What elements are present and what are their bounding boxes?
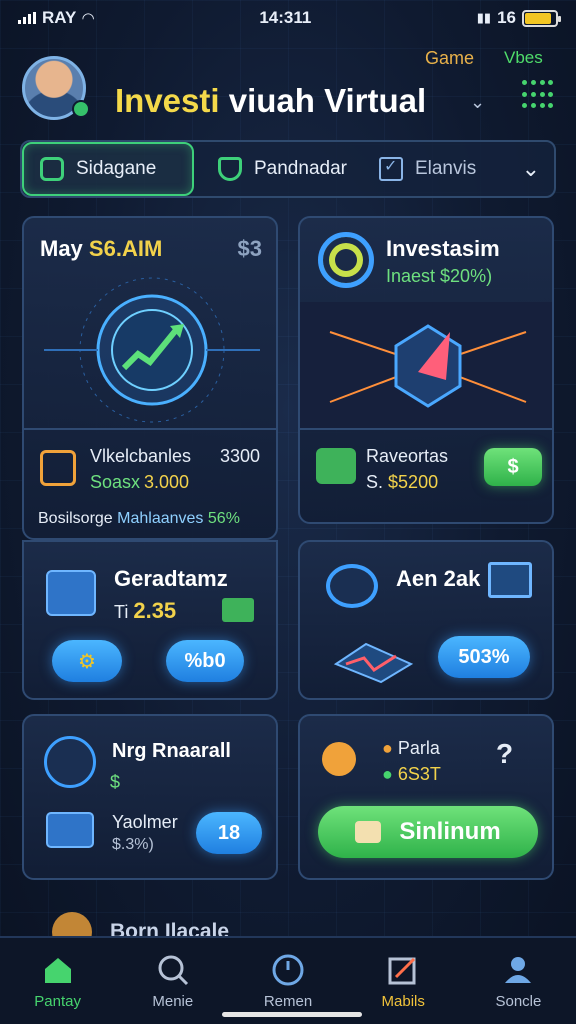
wallet-icon xyxy=(316,448,356,484)
card-title: Investasim xyxy=(386,236,500,261)
row-value: $.3%) xyxy=(112,836,154,853)
nav-label: Menie xyxy=(152,992,194,1010)
nav-item-pantay[interactable]: Pantay xyxy=(0,938,115,1024)
app-header: Game Vbes Investi viuah Virtual ⌄ xyxy=(20,44,560,132)
card-title: Nrg Rnaarall xyxy=(112,740,231,762)
row-label: Soasx xyxy=(90,472,141,492)
corner-value: $3 xyxy=(237,236,262,261)
cash-button[interactable]: $ xyxy=(484,448,542,486)
signal-small-icon: ▮▮ xyxy=(476,10,492,25)
card-subtitle: Inaest $20%) xyxy=(386,266,493,286)
home-icon xyxy=(44,957,71,983)
app-title-rest: viuah Virtual xyxy=(228,82,427,119)
nav-label: Mabils xyxy=(381,992,425,1010)
signal-icon xyxy=(18,12,36,24)
wifi-icon: ◠ xyxy=(82,10,94,27)
energy-card[interactable]: Nrg Rnaarall $ Yaolmer $.3%) 18 xyxy=(22,714,278,880)
row-value: 3300 xyxy=(220,446,261,466)
row-label: Raveortas xyxy=(366,446,449,466)
award-icon xyxy=(44,736,96,788)
tab-label: Pandnadar xyxy=(254,158,347,179)
summary-row: Bosilsorge Mahlaanves 56% xyxy=(38,510,240,527)
grading-card[interactable]: Geradtamz Ti 2.35 ⚙ %b0 xyxy=(22,540,278,700)
growth-chart-icon xyxy=(44,277,260,423)
search-icon xyxy=(158,955,188,985)
chevron-down-icon[interactable]: ⌄ xyxy=(470,92,485,113)
status-left: RAY ◠ xyxy=(18,8,94,28)
online-status-dot xyxy=(72,100,90,118)
gauge-icon xyxy=(326,564,378,608)
envelope-icon xyxy=(222,598,254,622)
monitor-chart-icon xyxy=(488,562,532,598)
shield-icon xyxy=(218,157,242,181)
rewards-card[interactable]: ● Parla ● 6S3T ? Sinlinum xyxy=(298,714,554,880)
tab-label: Sidagane xyxy=(76,158,157,179)
gear-button[interactable]: ⚙ xyxy=(52,640,122,682)
value-row: Ti 2.35 xyxy=(114,598,177,623)
home-indicator[interactable] xyxy=(222,1012,362,1017)
tab-pandnadar[interactable]: Pandnadar xyxy=(202,142,363,196)
game-link[interactable]: Game xyxy=(425,48,474,69)
vibes-link[interactable]: Vbes xyxy=(504,48,543,68)
gear-icon: ⚙ xyxy=(78,650,96,673)
tab-sidagane[interactable]: Sidagane xyxy=(22,142,194,196)
status-time: 14:311 xyxy=(259,8,312,27)
tag-icon xyxy=(355,821,382,843)
chevron-down-icon[interactable]: ⌄ xyxy=(522,156,540,182)
nav-label: Remen xyxy=(263,992,313,1010)
analytics-card[interactable]: Aen 2ak 503% xyxy=(298,540,554,700)
start-button-label: Sinlinum xyxy=(399,818,501,845)
percent-button[interactable]: 503% xyxy=(438,636,530,678)
app-title-highlight: Investi xyxy=(115,82,220,119)
row-label: Vlkelcbanles xyxy=(90,446,192,466)
edit-icon xyxy=(388,957,416,984)
portfolio-card[interactable]: May S6.AIM $3 Vlkelcbanles 3300 Soasx 3.… xyxy=(22,216,278,540)
nav-item-menie[interactable]: Menie xyxy=(115,938,230,1024)
card-icon xyxy=(46,812,94,848)
user-icon xyxy=(505,956,532,983)
row-value: 3.000 xyxy=(144,472,190,492)
tab-elanvis[interactable]: Elanvis xyxy=(363,142,492,196)
nav-item-soncle[interactable]: Soncle xyxy=(461,938,576,1024)
battery-icon xyxy=(522,9,561,27)
key-icon xyxy=(322,742,356,776)
status-right: ▮▮ 16 xyxy=(476,8,561,28)
percent-button[interactable]: %b0 xyxy=(166,640,244,682)
card-title: Aen 2ak xyxy=(396,566,481,591)
tab-label: Elanvis xyxy=(414,158,477,179)
row-label: ● Parla xyxy=(382,738,440,758)
crystal-icon xyxy=(300,302,552,428)
card-title: May S6.AIM xyxy=(40,236,163,261)
card-title: Geradtamz xyxy=(114,566,228,591)
checkbox-icon xyxy=(378,156,403,181)
apps-grid-icon[interactable] xyxy=(522,80,554,112)
investment-card[interactable]: Investasim Inaest $20%) Raveortas S. $52… xyxy=(298,216,554,524)
status-bar: RAY ◠ 14:311 ▮▮ 16 xyxy=(0,0,576,36)
nav-label: Soncle xyxy=(495,992,542,1010)
row-value: S. $5200 xyxy=(366,472,439,492)
nav-item-mabils[interactable]: Mabils xyxy=(346,938,461,1024)
start-button[interactable]: Sinlinum xyxy=(318,806,538,858)
nav-label: Pantay xyxy=(34,992,81,1010)
row-value: ● 6S3T xyxy=(382,764,441,784)
clipboard-icon xyxy=(46,570,96,616)
question-icon: ? xyxy=(496,738,514,769)
search-icon xyxy=(40,157,64,181)
tab-bar: Sidagane Pandnadar Elanvis ⌄ xyxy=(20,140,556,198)
divider xyxy=(24,428,276,430)
route-map-icon xyxy=(333,642,414,684)
card-subvalue: $ xyxy=(110,772,121,792)
battery-label: 16 xyxy=(497,8,516,27)
count-button[interactable]: 18 xyxy=(196,812,262,854)
lock-icon xyxy=(40,450,76,486)
bottom-nav: Pantay Menie Remen Mabils Soncle xyxy=(0,936,576,1024)
clock-icon xyxy=(272,954,304,985)
row-label: Yaolmer xyxy=(112,812,178,832)
carrier-label: RAY xyxy=(42,8,77,27)
app-title: Investi viuah Virtual xyxy=(115,82,426,120)
divider xyxy=(300,428,552,430)
target-icon xyxy=(318,232,374,288)
